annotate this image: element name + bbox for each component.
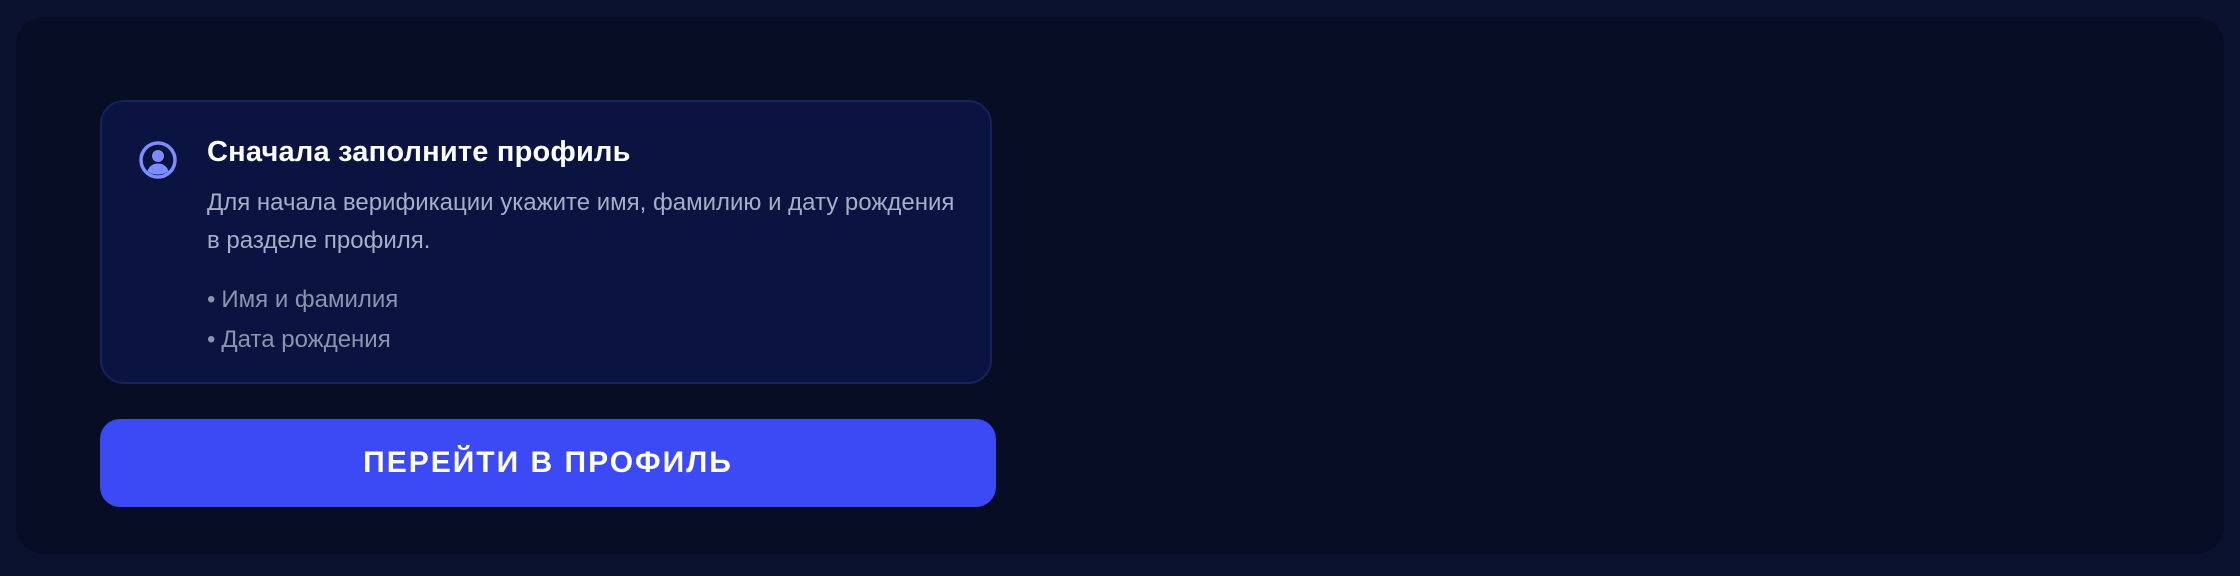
page: Сначала заполните профиль Для начала вер… xyxy=(0,0,2240,576)
notice-description: Для начала верификации укажите имя, фами… xyxy=(207,189,955,254)
bullet: • xyxy=(207,286,216,313)
verification-panel: Сначала заполните профиль Для начала вер… xyxy=(16,17,2224,554)
requirement-label: Имя и фамилия xyxy=(221,286,399,313)
bullet: • xyxy=(207,326,216,353)
user-circle-icon xyxy=(138,140,178,180)
list-item: • Имя и фамилия xyxy=(207,280,398,320)
profile-required-notice: Сначала заполните профиль Для начала вер… xyxy=(100,100,992,384)
requirement-label: Дата рождения xyxy=(221,326,391,353)
notice-title: Сначала заполните профиль xyxy=(207,136,631,168)
requirements-list: • Имя и фамилия • Дата рождения xyxy=(207,280,398,360)
go-to-profile-button[interactable]: ПЕРЕЙТИ В ПРОФИЛЬ xyxy=(100,419,996,507)
list-item: • Дата рождения xyxy=(207,320,398,360)
